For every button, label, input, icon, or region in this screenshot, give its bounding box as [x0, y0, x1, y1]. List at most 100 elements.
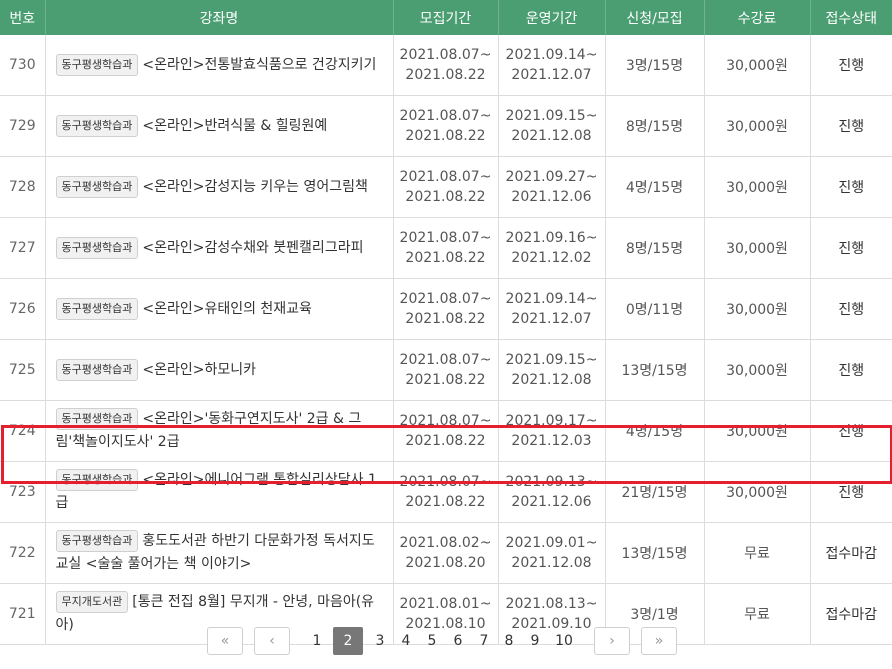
page-link[interactable]: 6: [447, 627, 469, 655]
course-fee: 30,000원: [704, 339, 811, 401]
course-title-cell: 동구평생학습과 <온라인>'동화구연지도사' 2급 & 그림'책놀이지도사' 2급: [45, 400, 394, 462]
applicant-count: 13명/15명: [605, 522, 705, 584]
status-text: 진행: [810, 217, 892, 279]
recruit-start: 2021.08.07~: [399, 474, 492, 490]
applicant-count: 3명/15명: [605, 35, 705, 96]
department-tag: 동구평생학습과: [55, 175, 139, 198]
department-tag: 동구평생학습과: [55, 53, 139, 76]
recruit-start: 2021.08.07~: [399, 169, 492, 185]
operation-period: 2021.09.27~ 2021.12.06: [498, 156, 606, 218]
course-title-cell: 동구평생학습과 <온라인>감성수채와 붓펜캘리그라피: [45, 217, 394, 279]
course-fee: 무료: [704, 522, 811, 584]
course-title-cell: 동구평생학습과 홍도도서관 하반기 다문화가정 독서지도교실 <술술 풀어가는 책…: [45, 522, 394, 584]
recruit-end: 2021.08.22: [405, 433, 486, 449]
page-link-current[interactable]: 2: [333, 627, 363, 655]
applicant-count: 0명/11명: [605, 278, 705, 340]
first-page-button[interactable]: «: [207, 627, 243, 655]
course-title-link[interactable]: <온라인>감성지능 키우는 영어그림책: [142, 179, 368, 195]
header-recruit-period: 모집기간: [393, 0, 499, 35]
department-tag: 무지개도서관: [55, 591, 129, 613]
table-row[interactable]: 730 동구평생학습과 <온라인>전통발효식품으로 건강지키기 2021.08.07~…: [0, 35, 892, 96]
recruit-period: 2021.08.07~ 2021.08.22: [393, 217, 499, 279]
operation-period: 2021.09.15~ 2021.12.08: [498, 339, 606, 401]
table-row[interactable]: 728 동구평생학습과 <온라인>감성지능 키우는 영어그림책 2021.08.07~…: [0, 156, 892, 218]
operation-end: 2021.12.03: [511, 433, 592, 449]
course-title-link[interactable]: <온라인>유태인의 천재교육: [142, 301, 312, 317]
recruit-start: 2021.08.07~: [399, 230, 492, 246]
applicant-count: 13명/15명: [605, 339, 705, 401]
operation-period: 2021.09.15~ 2021.12.08: [498, 95, 606, 157]
page-link[interactable]: 3: [369, 627, 391, 655]
page-link[interactable]: 5: [421, 627, 443, 655]
course-title-link[interactable]: <온라인>반려식물 & 힐링원예: [142, 118, 327, 134]
recruit-end: 2021.08.20: [405, 555, 486, 571]
recruit-period: 2021.08.07~ 2021.08.22: [393, 278, 499, 340]
applicant-count: 4명/15명: [605, 156, 705, 218]
status-text: 진행: [810, 278, 892, 340]
recruit-start: 2021.08.07~: [399, 108, 492, 124]
operation-period: 2021.09.13~ 2021.12.06: [498, 461, 606, 523]
table-row[interactable]: 726 동구평생학습과 <온라인>유태인의 천재교육 2021.08.07~ 2021.…: [0, 278, 892, 340]
operation-end: 2021.12.08: [511, 372, 592, 388]
table-row[interactable]: 725 동구평생학습과 <온라인>하모니카 2021.08.07~ 2021.08.22…: [0, 339, 892, 401]
page-link[interactable]: 4: [395, 627, 417, 655]
operation-start: 2021.09.13~: [505, 474, 598, 490]
recruit-period: 2021.08.07~ 2021.08.22: [393, 339, 499, 401]
department-tag: 동구평생학습과: [55, 469, 139, 491]
status-text: 접수마감: [810, 522, 892, 584]
header-operation-period: 운영기간: [498, 0, 606, 35]
page-link[interactable]: 10: [550, 627, 578, 655]
row-number: 726: [0, 278, 46, 340]
applicant-count: 21명/15명: [605, 461, 705, 523]
table-row[interactable]: 724 동구평생학습과 <온라인>'동화구연지도사' 2급 & 그림'책놀이지도사'…: [0, 400, 892, 462]
operation-start: 2021.09.15~: [505, 108, 598, 124]
table-header-row: 번호 강좌명 모집기간 운영기간 신청/모집 수강료 접수상태: [0, 0, 892, 35]
table-row[interactable]: 722 동구평생학습과 홍도도서관 하반기 다문화가정 독서지도교실 <술술 풀어가…: [0, 522, 892, 584]
course-fee: 30,000원: [704, 156, 811, 218]
operation-start: 2021.09.17~: [505, 413, 598, 429]
course-fee: 30,000원: [704, 400, 811, 462]
last-page-button[interactable]: »: [641, 627, 677, 655]
table-row[interactable]: 723 동구평생학습과 <온라인>에니어그램 통합심리상담사 1급 2021.08.0…: [0, 461, 892, 523]
table-row[interactable]: 727 동구평생학습과 <온라인>감성수채와 붓펜캘리그라피 2021.08.07~ 2…: [0, 217, 892, 279]
table-row[interactable]: 729 동구평생학습과 <온라인>반려식물 & 힐링원예 2021.08.07~ 202…: [0, 95, 892, 157]
operation-end: 2021.12.08: [511, 555, 592, 571]
recruit-start: 2021.08.01~: [399, 596, 492, 612]
status-text: 진행: [810, 400, 892, 462]
course-fee: 30,000원: [704, 95, 811, 157]
department-tag: 동구평생학습과: [55, 236, 139, 259]
operation-period: 2021.09.14~ 2021.12.07: [498, 35, 606, 96]
prev-page-button[interactable]: ‹: [254, 627, 290, 655]
recruit-period: 2021.08.07~ 2021.08.22: [393, 35, 499, 96]
header-number: 번호: [0, 0, 46, 35]
status-text: 진행: [810, 35, 892, 96]
recruit-start: 2021.08.02~: [399, 535, 492, 551]
header-status: 접수상태: [810, 0, 892, 35]
row-number: 729: [0, 95, 46, 157]
course-title-link[interactable]: <온라인>전통발효식품으로 건강지키기: [142, 57, 376, 73]
row-number: 728: [0, 156, 46, 218]
page-link[interactable]: 1: [306, 627, 328, 655]
page-link[interactable]: 9: [524, 627, 546, 655]
applicant-count: 4명/15명: [605, 400, 705, 462]
course-fee: 30,000원: [704, 217, 811, 279]
department-tag: 동구평생학습과: [55, 358, 139, 381]
operation-end: 2021.12.08: [511, 128, 592, 144]
operation-start: 2021.09.15~: [505, 352, 598, 368]
recruit-end: 2021.08.22: [405, 67, 486, 83]
recruit-period: 2021.08.07~ 2021.08.22: [393, 400, 499, 462]
operation-start: 2021.09.27~: [505, 169, 598, 185]
course-title-link[interactable]: <온라인>감성수채와 붓펜캘리그라피: [142, 240, 363, 256]
page-link[interactable]: 8: [498, 627, 520, 655]
course-title-cell: 동구평생학습과 <온라인>에니어그램 통합심리상담사 1급: [45, 461, 394, 523]
page-link[interactable]: 7: [473, 627, 495, 655]
recruit-end: 2021.08.22: [405, 250, 486, 266]
row-number: 724: [0, 400, 46, 462]
operation-start: 2021.09.14~: [505, 47, 598, 63]
recruit-period: 2021.08.07~ 2021.08.22: [393, 95, 499, 157]
course-fee: 30,000원: [704, 35, 811, 96]
row-number: 725: [0, 339, 46, 401]
course-title-link[interactable]: <온라인>하모니카: [142, 362, 256, 378]
operation-end: 2021.12.06: [511, 189, 592, 205]
next-page-button[interactable]: ›: [594, 627, 630, 655]
